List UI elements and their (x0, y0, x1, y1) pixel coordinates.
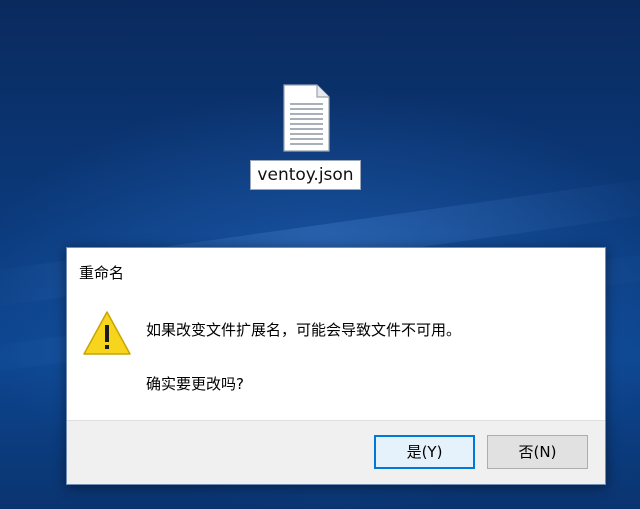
text-document-icon[interactable] (281, 84, 331, 152)
warning-icon (82, 310, 132, 356)
file-name-label[interactable]: ventoy.json (250, 160, 361, 190)
yes-button[interactable]: 是(Y) (374, 435, 475, 469)
rename-warning-dialog: 重命名 如果改变文件扩展名，可能会导致文件不可用。 确实要更改吗? 是(Y) 否… (66, 247, 606, 485)
confirmation-question: 确实要更改吗? (146, 375, 244, 393)
dialog-button-bar: 是(Y) 否(N) (67, 420, 605, 484)
warning-message: 如果改变文件扩展名，可能会导致文件不可用。 (146, 321, 462, 339)
dialog-title: 重命名 (79, 264, 125, 282)
no-button[interactable]: 否(N) (487, 435, 588, 469)
